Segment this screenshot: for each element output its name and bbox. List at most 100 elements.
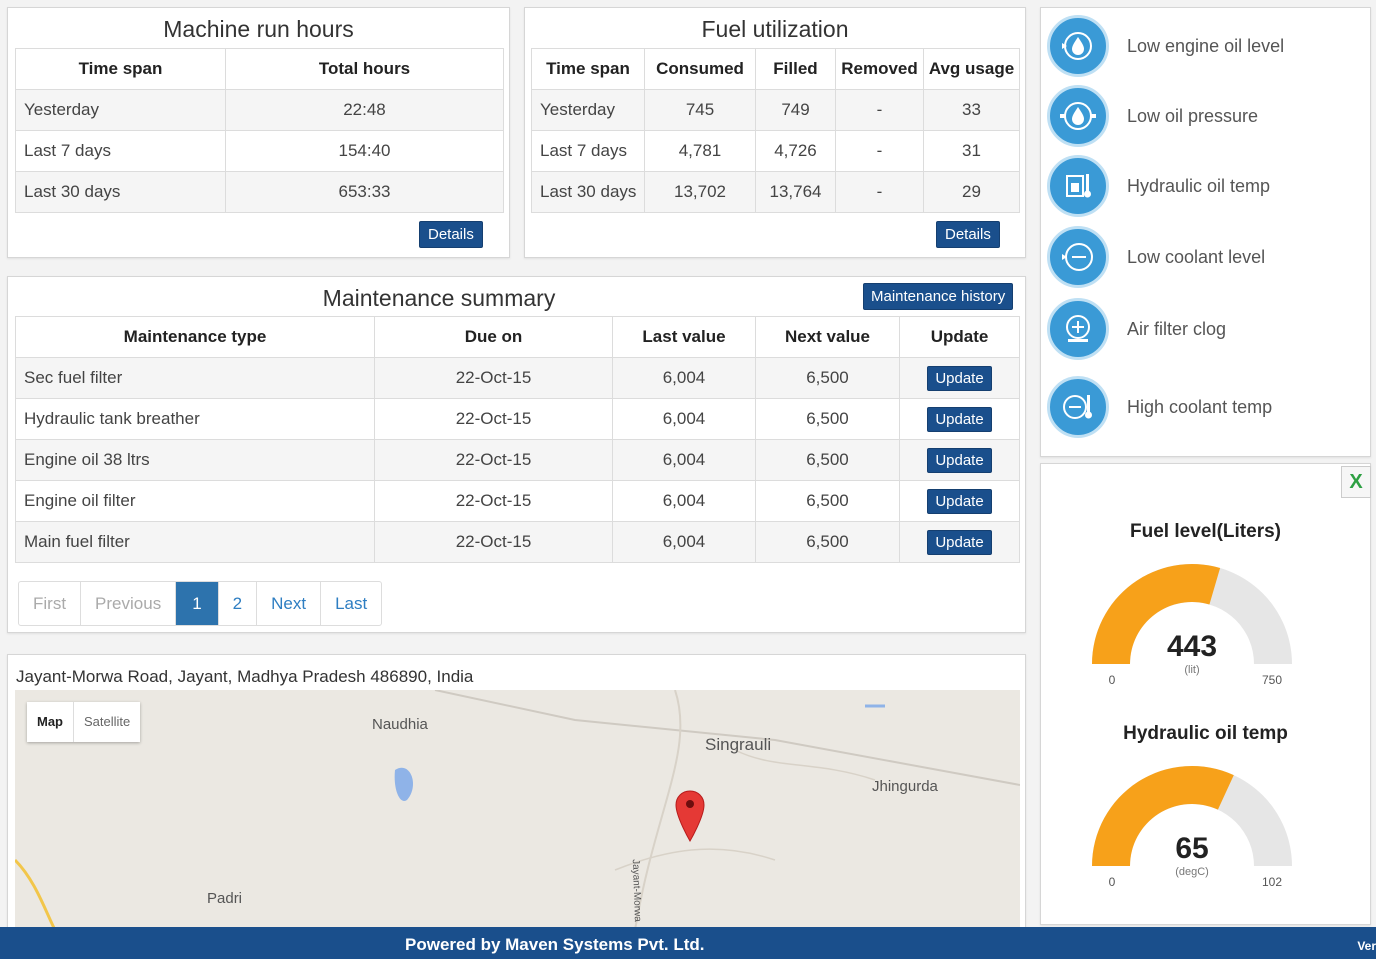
map-view[interactable]: Map Satellite Naudhia Singrauli Jhingurd… — [15, 690, 1020, 930]
table-row: Last 7 days 4,781 4,726 - 31 — [531, 130, 1020, 172]
cell-time-span: Last 7 days — [15, 130, 226, 172]
satellite-tab[interactable]: Satellite — [73, 702, 140, 742]
road-label: Jayant-Morwa — [629, 858, 643, 923]
hydraulic-temp-icon — [1047, 155, 1109, 217]
table-row: Engine oil filter 22-Oct-15 6,004 6,500 … — [15, 480, 1020, 522]
cell-last-value: 6,004 — [612, 480, 756, 522]
table-row: Yesterday 22:48 — [15, 89, 504, 131]
fuel-gauge-title: Fuel level(Liters) — [1130, 521, 1281, 542]
cell-due-on: 22-Oct-15 — [374, 439, 613, 481]
cell-time-span: Last 30 days — [531, 171, 645, 213]
update-button[interactable]: Update — [927, 406, 992, 432]
machine-run-hours-panel: Machine run hours Time span Total hours … — [7, 7, 510, 258]
cell-due-on: 22-Oct-15 — [374, 521, 613, 563]
cell-next-value: 6,500 — [755, 521, 900, 563]
update-button[interactable]: Update — [927, 488, 992, 514]
update-button[interactable]: Update — [927, 365, 992, 391]
coolant-level-icon — [1047, 226, 1109, 288]
page-2[interactable]: 2 — [219, 582, 258, 625]
run-hours-details-button[interactable]: Details — [419, 221, 483, 248]
table-row: Main fuel filter 22-Oct-15 6,004 6,500 U… — [15, 521, 1020, 563]
maintenance-history-button[interactable]: Maintenance history — [863, 283, 1014, 310]
air-filter-icon — [1047, 298, 1109, 360]
cell-last-value: 6,004 — [612, 398, 756, 440]
header-update: Update — [899, 316, 1020, 358]
cell-time-span: Last 30 days — [15, 171, 226, 213]
page-previous[interactable]: Previous — [81, 582, 177, 625]
update-button[interactable]: Update — [927, 447, 992, 473]
place-label: Padri — [207, 890, 243, 907]
place-label: Singrauli — [705, 735, 772, 754]
cell-avg-usage: 29 — [923, 171, 1020, 213]
alerts-panel: Low engine oil level Low oil pressure Hy… — [1040, 7, 1371, 457]
hydraulic-gauge-max: 102 — [1262, 875, 1282, 889]
alert-label: Low oil pressure — [1127, 105, 1259, 126]
page-first[interactable]: First — [19, 582, 82, 625]
hydraulic-gauge: 65 (degC) 0 102 — [1092, 766, 1292, 889]
table-row: Last 30 days 13,702 13,764 - 29 — [531, 171, 1020, 213]
place-label: Naudhia — [372, 716, 428, 733]
table-row: Sec fuel filter 22-Oct-15 6,004 6,500 Up… — [15, 357, 1020, 399]
cell-last-value: 6,004 — [612, 357, 756, 399]
header-maintenance-type: Maintenance type — [15, 316, 375, 358]
header-filled: Filled — [755, 48, 836, 90]
cell-maintenance-type: Engine oil filter — [15, 480, 375, 522]
maintenance-summary-title: Maintenance summary — [322, 285, 556, 311]
cell-total-hours: 154:40 — [225, 130, 504, 172]
fuel-gauge-max: 750 — [1262, 673, 1282, 687]
page-next[interactable]: Next — [257, 582, 322, 625]
hydraulic-gauge-unit: (degC) — [1175, 866, 1209, 878]
coolant-temp-icon — [1047, 376, 1109, 438]
page-last[interactable]: Last — [321, 582, 381, 625]
oil-pressure-icon — [1047, 85, 1109, 147]
cell-next-value: 6,500 — [755, 480, 900, 522]
version-label: Ver — [1357, 939, 1376, 953]
table-row: Last 30 days 653:33 — [15, 171, 504, 213]
cell-consumed: 13,702 — [644, 171, 756, 213]
fuel-utilization-panel: Fuel utilization Time span Consumed Fill… — [524, 7, 1026, 258]
cell-next-value: 6,500 — [755, 439, 900, 481]
hydraulic-gauge-title: Hydraulic oil temp — [1123, 723, 1288, 744]
cell-due-on: 22-Oct-15 — [374, 480, 613, 522]
fuel-gauge-value: 443 — [1167, 630, 1217, 663]
cell-update: Update — [899, 480, 1020, 522]
alert-label: Hydraulic oil temp — [1127, 175, 1271, 196]
close-label: X — [1349, 470, 1363, 493]
cell-update: Update — [899, 521, 1020, 563]
header-avg-usage: Avg usage — [923, 48, 1020, 90]
header-next-value: Next value — [755, 316, 900, 358]
cell-total-hours: 22:48 — [225, 89, 504, 131]
cell-total-hours: 653:33 — [225, 171, 504, 213]
map-tab[interactable]: Map — [27, 702, 73, 742]
cell-removed: - — [835, 171, 924, 213]
cell-filled: 4,726 — [755, 130, 836, 172]
header-time-span: Time span — [15, 48, 226, 90]
table-row: Engine oil 38 ltrs 22-Oct-15 6,004 6,500… — [15, 439, 1020, 481]
cell-last-value: 6,004 — [612, 521, 756, 563]
map-pin-icon[interactable] — [674, 789, 706, 843]
alert-hydraulic-oil-temp: Hydraulic oil temp — [1047, 155, 1270, 217]
fuel-utilization-table: Time span Consumed Filled Removed Avg us… — [531, 48, 1020, 213]
cell-update: Update — [899, 398, 1020, 440]
footer: Powered by Maven Systems Pvt. Ltd. Ver — [0, 927, 1376, 959]
header-due-on: Due on — [374, 316, 613, 358]
cell-due-on: 22-Oct-15 — [374, 357, 613, 399]
cell-maintenance-type: Main fuel filter — [15, 521, 375, 563]
fuel-details-button[interactable]: Details — [936, 221, 1000, 248]
gauges-panel: X Fuel level(Liters) 443 (lit) 0 750 Hyd… — [1040, 463, 1371, 925]
header-time-span: Time span — [531, 48, 645, 90]
close-icon[interactable]: X — [1341, 466, 1371, 498]
cell-maintenance-type: Hydraulic tank breather — [15, 398, 375, 440]
cell-maintenance-type: Engine oil 38 ltrs — [15, 439, 375, 481]
cell-due-on: 22-Oct-15 — [374, 398, 613, 440]
update-button[interactable]: Update — [927, 529, 992, 555]
cell-update: Update — [899, 439, 1020, 481]
page-1[interactable]: 1 — [176, 582, 219, 625]
cell-next-value: 6,500 — [755, 357, 900, 399]
alert-label: High coolant temp — [1127, 396, 1273, 417]
alert-low-engine-oil: Low engine oil level — [1047, 15, 1284, 77]
table-row: Yesterday 745 749 - 33 — [531, 89, 1020, 131]
cell-time-span: Yesterday — [531, 89, 645, 131]
map-roads — [15, 690, 1020, 930]
engine-oil-icon — [1047, 15, 1109, 77]
